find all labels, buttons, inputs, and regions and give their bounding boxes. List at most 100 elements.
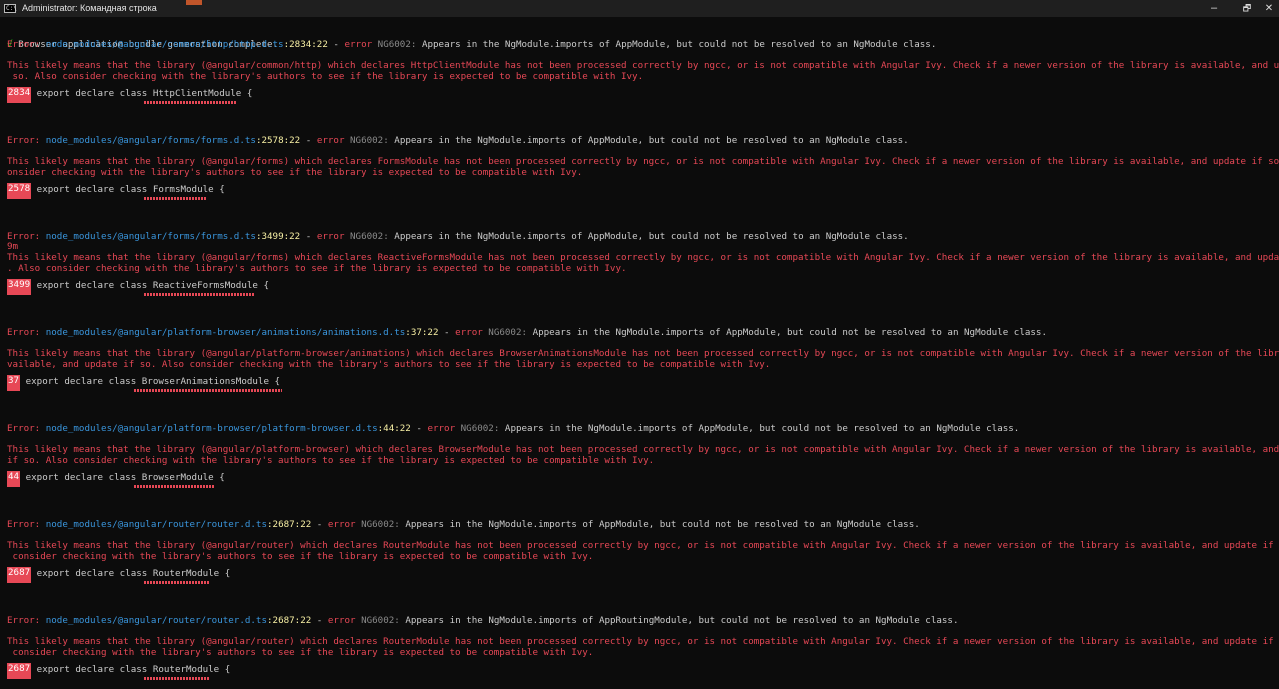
error-message: Appears in the NgModule.imports of AppRo… <box>405 615 959 626</box>
error-squiggle-underline <box>144 677 210 680</box>
error-detail-line: . Also consider checking with the librar… <box>7 263 627 274</box>
minimize-button[interactable]: – <box>1201 0 1227 17</box>
error-detail-line: vailable, and update if so. Also conside… <box>7 359 771 370</box>
error-extra-line <box>7 530 1279 540</box>
error-detail-line: This likely means that the library (@ang… <box>7 60 1279 71</box>
error-location: :44:22 <box>377 423 411 434</box>
error-separator: - <box>300 135 317 146</box>
error-label: error <box>327 519 356 530</box>
error-message: Appears in the NgModule.imports of AppMo… <box>394 231 909 242</box>
error-code: NG6002: <box>482 327 533 338</box>
error-file-path[interactable]: node_modules/@angular/platform-browser/a… <box>46 327 406 338</box>
error-header-line: Error: node_modules/@angular/forms/forms… <box>7 231 1279 242</box>
line-number-badge: 2687 <box>7 567 32 583</box>
error-code: NG6002: <box>355 519 406 530</box>
close-button[interactable]: ✕ <box>1256 0 1279 17</box>
error-separator: - <box>438 327 456 338</box>
error-message: Appears in the NgModule.imports of AppMo… <box>421 39 937 50</box>
console-output[interactable]: √ Browser application bundle generation … <box>7 17 1279 689</box>
error-extra-line <box>7 626 1279 636</box>
error-label: error <box>316 231 345 242</box>
error-location: :3499:22 <box>255 231 301 242</box>
error-message: Appears in the NgModule.imports of AppMo… <box>394 135 909 146</box>
error-block: Error: node_modules/@angular/forms/forms… <box>7 231 1279 297</box>
error-message: Appears in the NgModule.imports of AppMo… <box>405 519 920 530</box>
line-number-badge: 2578 <box>7 183 32 199</box>
error-extra-line <box>7 50 1279 60</box>
error-squiggle-underline <box>144 581 210 584</box>
error-extra-line: 9m <box>7 241 19 252</box>
terminal-app-icon: C:\ <box>4 4 17 13</box>
code-text: export declare class BrowserModule { <box>20 472 225 483</box>
error-separator: - <box>311 615 328 626</box>
error-detail-line: This likely means that the library (@ang… <box>7 636 1279 647</box>
error-block: Error: node_modules/@angular/forms/forms… <box>7 135 1279 201</box>
error-squiggle-underline <box>134 485 214 488</box>
error-prefix: Error: <box>7 423 46 434</box>
error-label: error <box>344 39 373 50</box>
error-squiggle-underline <box>134 389 282 392</box>
error-extra-line <box>7 338 1279 348</box>
error-separator: - <box>311 519 328 530</box>
code-text: export declare class RouterModule { <box>31 664 231 675</box>
error-header-line: Error: node_modules/@angular/router/rout… <box>7 615 1279 626</box>
error-separator: - <box>327 39 345 50</box>
error-file-path[interactable]: node_modules/@angular/forms/forms.d.ts <box>46 135 256 146</box>
error-location: :2834:22 <box>283 39 328 50</box>
error-detail-line: consider checking with the library's aut… <box>7 647 594 658</box>
error-detail-line: This likely means that the library (@ang… <box>7 444 1279 455</box>
code-snippet-line: 37 export declare class BrowserAnimation… <box>7 375 1279 393</box>
error-label: error <box>455 327 483 338</box>
error-detail-line: if so. Also consider checking with the l… <box>7 455 655 466</box>
line-number-badge: 3499 <box>7 279 32 295</box>
error-header-line: Error: node_modules/@angular/platform-br… <box>7 327 1279 338</box>
error-block: Error: node_modules/@angular/platform-br… <box>7 327 1279 393</box>
error-label: error <box>327 615 356 626</box>
error-file-path[interactable]: node_modules/@angular/router/router.d.ts <box>46 519 267 530</box>
error-header-line: Error: node_modules/@angular/common/http… <box>7 39 1279 50</box>
error-prefix: Error: <box>7 519 46 530</box>
error-location: :2578:22 <box>255 135 301 146</box>
error-squiggle-underline <box>144 293 254 296</box>
error-file-path[interactable]: node_modules/@angular/router/router.d.ts <box>46 615 267 626</box>
error-code: NG6002: <box>344 231 395 242</box>
error-file-path[interactable]: node_modules/@angular/common/http/http.d… <box>46 39 284 50</box>
code-snippet-line: 2687 export declare class RouterModule { <box>7 663 1279 681</box>
code-text: export declare class HttpClientModule { <box>31 88 253 99</box>
line-number-badge: 44 <box>7 471 21 487</box>
error-block: Error: node_modules/@angular/router/rout… <box>7 615 1279 681</box>
error-code: NG6002: <box>344 135 395 146</box>
error-header-line: Error: node_modules/@angular/platform-br… <box>7 423 1279 434</box>
error-detail-line: This likely means that the library (@ang… <box>7 540 1279 551</box>
error-block: Error: node_modules/@angular/platform-br… <box>7 423 1279 489</box>
line-number-badge: 2834 <box>7 87 32 103</box>
taskbar-highlight <box>186 0 202 5</box>
error-prefix: Error: <box>7 615 46 626</box>
code-snippet-line: 3499 export declare class ReactiveFormsM… <box>7 279 1279 297</box>
error-location: :37:22 <box>405 327 439 338</box>
error-separator: - <box>410 423 428 434</box>
window-title: Administrator: Командная строка <box>22 3 157 13</box>
code-snippet-line: 44 export declare class BrowserModule { <box>7 471 1279 489</box>
error-separator: - <box>300 231 317 242</box>
error-location: :2687:22 <box>267 519 312 530</box>
error-extra-line <box>7 146 1279 156</box>
error-block: Error: node_modules/@angular/common/http… <box>7 39 1279 105</box>
error-location: :2687:22 <box>267 615 312 626</box>
error-detail-line: This likely means that the library (@ang… <box>7 156 1279 167</box>
error-file-path[interactable]: node_modules/@angular/forms/forms.d.ts <box>46 231 256 242</box>
error-detail-line: This likely means that the library (@ang… <box>7 252 1279 263</box>
error-squiggle-underline <box>144 101 236 104</box>
error-detail-line: consider checking with the library's aut… <box>7 551 594 562</box>
line-number-badge: 2687 <box>7 663 32 679</box>
error-detail-line: This likely means that the library (@ang… <box>7 348 1279 359</box>
error-extra-line <box>7 434 1279 444</box>
code-text: export declare class FormsModule { <box>31 184 225 195</box>
error-file-path[interactable]: node_modules/@angular/platform-browser/p… <box>46 423 378 434</box>
error-prefix: Error: <box>7 39 46 50</box>
error-code: NG6002: <box>355 615 406 626</box>
code-text: export declare class ReactiveFormsModule… <box>31 280 269 291</box>
error-code: NG6002: <box>372 39 422 50</box>
title-bar[interactable]: C:\ Administrator: Командная строка – 🗗 … <box>0 0 1279 17</box>
error-code: NG6002: <box>455 423 505 434</box>
